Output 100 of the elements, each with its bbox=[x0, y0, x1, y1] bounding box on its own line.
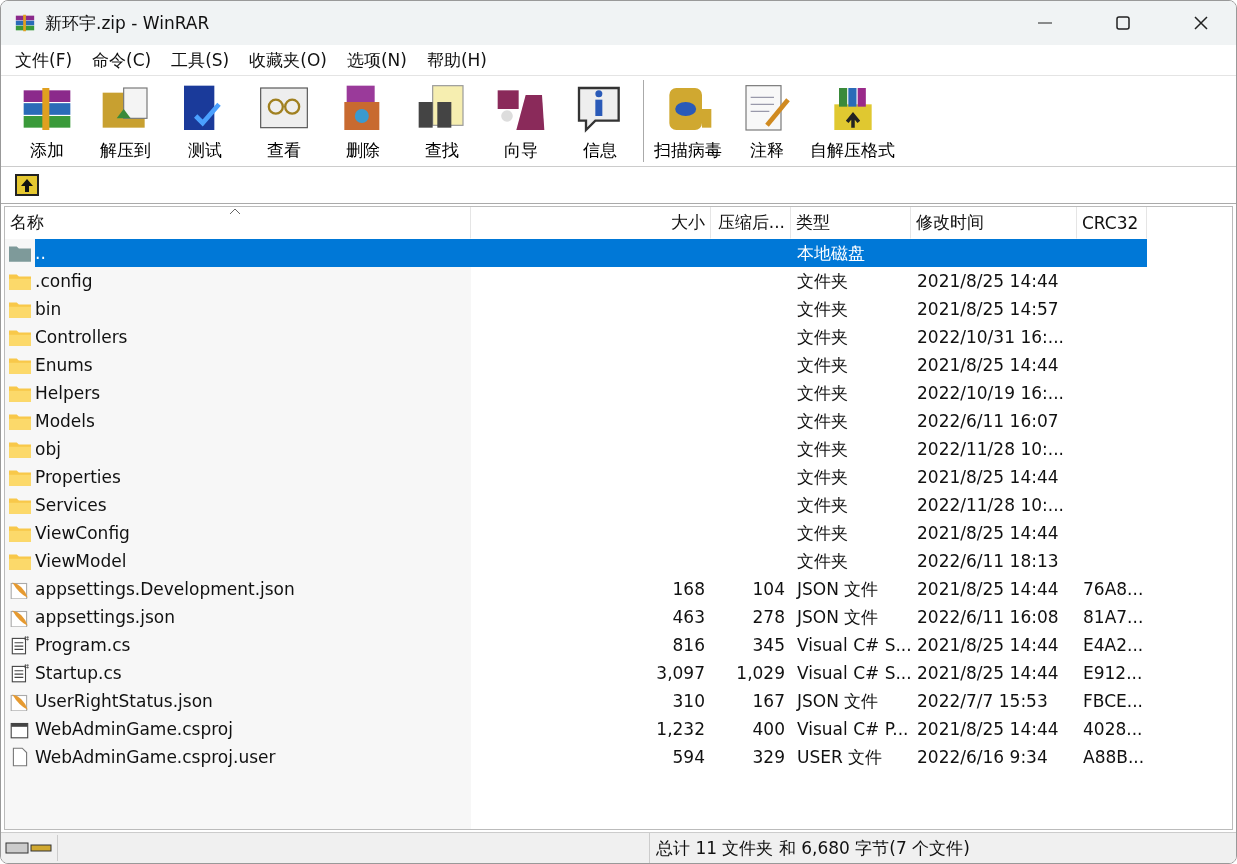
type-cell-text: Visual C# S... bbox=[796, 634, 911, 657]
file-row-name[interactable]: UserRightStatus.json bbox=[5, 687, 471, 715]
type-cell-text: JSON 文件 bbox=[795, 577, 880, 601]
file-row-name[interactable]: .. bbox=[5, 239, 471, 267]
modified-cell-text: 2021/8/25 14:44 bbox=[916, 270, 1060, 293]
toolbar-button[interactable]: 注释 bbox=[727, 76, 806, 166]
feather-icon bbox=[9, 691, 31, 711]
file-row-name[interactable]: Enums bbox=[5, 351, 471, 379]
file-row-name[interactable]: Properties bbox=[5, 463, 471, 491]
toolbar-button[interactable]: 扫描病毒 bbox=[648, 76, 727, 166]
file-row-name[interactable]: WebAdminGame.csproj bbox=[5, 715, 471, 743]
toolbar-button[interactable]: 信息 bbox=[560, 76, 639, 166]
type-cell-text: 文件夹 bbox=[796, 493, 849, 517]
packed-size-cell-text: 278 bbox=[751, 606, 786, 629]
size-cell-text: 168 bbox=[671, 578, 706, 601]
toolbar-button[interactable]: 查找 bbox=[402, 76, 481, 166]
modified-cell-text: 2021/8/25 14:44 bbox=[916, 522, 1060, 545]
modified-cell-text: 2021/8/25 14:44 bbox=[916, 466, 1060, 489]
toolbar-button[interactable]: 删除 bbox=[323, 76, 402, 166]
file-row-name[interactable]: .config bbox=[5, 267, 471, 295]
toolbar-button[interactable]: 测试 bbox=[165, 76, 244, 166]
crc-cell-text: 76A8... bbox=[1082, 578, 1145, 601]
crc-cell-text: FBCE... bbox=[1082, 690, 1144, 713]
crc-cell-text: 4028... bbox=[1082, 718, 1144, 741]
drive-key-icon bbox=[5, 841, 53, 855]
modified-cell-text: 2022/6/11 18:13 bbox=[916, 550, 1060, 573]
modified-cell-text: 2021/8/25 14:44 bbox=[916, 578, 1060, 601]
packed-size-cell-text: 104 bbox=[751, 578, 786, 601]
file-row-name[interactable]: Helpers bbox=[5, 379, 471, 407]
modified-cell-text: 2022/6/11 16:07 bbox=[916, 410, 1060, 433]
menu-item[interactable]: 选项(N) bbox=[336, 48, 417, 72]
toolbar-button[interactable]: 添加 bbox=[7, 76, 86, 166]
crc-cell-text: A88B... bbox=[1082, 746, 1146, 769]
type-cell-text: 文件夹 bbox=[796, 437, 849, 461]
file-row-name[interactable]: Controllers bbox=[5, 323, 471, 351]
file-row-name[interactable]: bin bbox=[5, 295, 471, 323]
packed-size-cell-text: 345 bbox=[751, 634, 786, 657]
file-row-name[interactable]: ViewConfig bbox=[5, 519, 471, 547]
modified-cell-text: 2021/8/25 14:44 bbox=[916, 662, 1060, 685]
type-cell-text: Visual C# P... bbox=[796, 718, 910, 741]
menu-item[interactable]: 帮助(H) bbox=[416, 48, 497, 72]
books-stack-icon bbox=[13, 12, 37, 34]
file-row-name[interactable]: appsettings.Development.json bbox=[5, 575, 471, 603]
size-cell-text: 594 bbox=[671, 746, 706, 769]
type-cell-text: 文件夹 bbox=[796, 521, 849, 545]
type-cell-text: 文件夹 bbox=[796, 409, 849, 433]
file-row-name[interactable]: ViewModel bbox=[5, 547, 471, 575]
size-cell-text: 1,232 bbox=[655, 718, 706, 741]
file-row-name[interactable]: Startup.cs bbox=[5, 659, 471, 687]
modified-cell-text: 2022/6/16 9:34 bbox=[916, 746, 1049, 769]
modified-cell-text: 2022/11/28 10:... bbox=[916, 494, 1065, 517]
modified-cell-text: 2021/8/25 14:44 bbox=[916, 634, 1060, 657]
menu-item[interactable]: 文件(F) bbox=[5, 48, 83, 72]
sort-caret-icon bbox=[229, 207, 241, 215]
packed-size-cell-text: 1,029 bbox=[735, 662, 786, 685]
crc-cell-text: 81A7... bbox=[1082, 606, 1145, 629]
close-icon bbox=[1193, 15, 1209, 31]
toolbar-button[interactable]: 向导 bbox=[481, 76, 560, 166]
type-cell-text: 文件夹 bbox=[796, 325, 849, 349]
crc-cell-text: E4A2... bbox=[1082, 634, 1145, 657]
modified-cell-text: 2021/8/25 14:57 bbox=[916, 298, 1060, 321]
menu-item[interactable]: 工具(S) bbox=[161, 48, 240, 72]
file-row-name[interactable]: Services bbox=[5, 491, 471, 519]
size-cell-text: 310 bbox=[671, 690, 706, 713]
feather-icon bbox=[9, 579, 31, 599]
file-row-name[interactable]: WebAdminGame.csproj.user bbox=[5, 743, 471, 771]
type-cell-text: 文件夹 bbox=[796, 549, 849, 573]
type-cell-text: USER 文件 bbox=[796, 745, 884, 769]
packed-size-cell-text: 400 bbox=[751, 718, 786, 741]
type-cell-text: 本地磁盘 bbox=[796, 241, 866, 265]
menu-item[interactable]: 命令(C) bbox=[82, 48, 162, 72]
code-file-icon bbox=[9, 663, 31, 683]
modified-cell-text: 2022/10/31 16:... bbox=[916, 326, 1065, 349]
toolbar-button[interactable]: 解压到 bbox=[86, 76, 165, 166]
up-arrow-button[interactable] bbox=[15, 174, 39, 196]
toolbar-button[interactable]: 自解压格式 bbox=[806, 76, 899, 166]
file-row-name[interactable]: Program.cs bbox=[5, 631, 471, 659]
status-text: 总计 11 文件夹 和 6,680 字节(7 个文件) bbox=[649, 833, 1236, 863]
toolbar-button[interactable]: 查看 bbox=[244, 76, 323, 166]
type-cell-text: 文件夹 bbox=[796, 353, 849, 377]
menu-item[interactable]: 收藏夹(O) bbox=[239, 48, 337, 72]
type-cell-text: 文件夹 bbox=[796, 269, 849, 293]
window-title: 新环宇.zip - WinRAR bbox=[45, 11, 211, 35]
type-cell-text: 文件夹 bbox=[796, 381, 849, 405]
type-cell-text: 文件夹 bbox=[796, 465, 849, 489]
size-cell-text: 463 bbox=[671, 606, 706, 629]
crc-cell-text: E912... bbox=[1082, 662, 1144, 685]
file-row-name[interactable]: Models bbox=[5, 407, 471, 435]
file-row-name[interactable]: obj bbox=[5, 435, 471, 463]
modified-cell-text: 2021/8/25 14:44 bbox=[916, 354, 1060, 377]
type-cell-text: 文件夹 bbox=[796, 297, 849, 321]
modified-cell-text: 2022/7/7 15:53 bbox=[916, 690, 1049, 713]
packed-size-cell-text: 329 bbox=[751, 746, 786, 769]
packed-size-cell-text: 167 bbox=[751, 690, 786, 713]
feather-icon bbox=[9, 607, 31, 627]
type-cell-text: JSON 文件 bbox=[795, 689, 880, 713]
modified-cell-text: 2022/11/28 10:... bbox=[916, 438, 1065, 461]
code-file-icon bbox=[9, 635, 31, 655]
maximize-icon bbox=[1115, 15, 1131, 31]
file-row-name[interactable]: appsettings.json bbox=[5, 603, 471, 631]
